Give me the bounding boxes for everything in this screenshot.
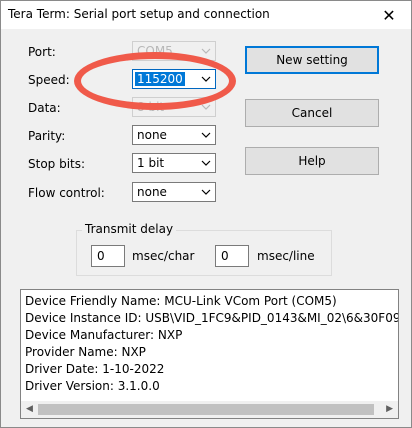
parity-value: none (137, 128, 167, 142)
device-info-box[interactable]: Device Friendly Name: MCU-Link VCom Port… (20, 289, 399, 419)
cancel-button[interactable]: Cancel (245, 99, 379, 127)
scrollbar-thumb[interactable] (38, 404, 374, 415)
horizontal-scrollbar[interactable]: ◀ ▶ (21, 401, 398, 418)
new-setting-button[interactable]: New setting (245, 46, 379, 74)
chevron-down-icon (201, 189, 211, 195)
scroll-right-icon[interactable]: ▶ (386, 404, 393, 414)
device-info-line: Device Instance ID: USB\VID_1FC9&PID_014… (25, 311, 399, 325)
msec-per-line-input[interactable]: 0 (215, 245, 249, 267)
device-info-line: Driver Version: 3.1.0.0 (25, 379, 160, 393)
scroll-left-icon[interactable]: ◀ (26, 404, 33, 414)
device-info-lines: Device Friendly Name: MCU-Link VCom Port… (25, 293, 399, 395)
chevron-down-icon (201, 160, 211, 166)
msec-per-line-value: 0 (221, 249, 229, 263)
speed-label: Speed: (28, 73, 70, 87)
window-title: Tera Term: Serial port setup and connect… (8, 7, 270, 21)
data-label: Data: (28, 101, 61, 115)
msec-per-char-input[interactable]: 0 (91, 245, 125, 267)
close-icon[interactable]: ✕ (367, 1, 411, 29)
port-label: Port: (28, 45, 56, 59)
flow-control-select[interactable]: none (132, 182, 216, 202)
stop-bits-select[interactable]: 1 bit (132, 153, 216, 173)
transmit-delay-title: Transmit delay (82, 222, 177, 236)
chevron-down-icon (201, 132, 211, 138)
msec-per-line-unit: msec/line (257, 249, 315, 263)
parity-select[interactable]: none (132, 125, 216, 145)
dialog-window: Tera Term: Serial port setup and connect… (0, 0, 412, 428)
device-info-line: Device Friendly Name: MCU-Link VCom Port… (25, 294, 337, 308)
flow-control-label: Flow control: (28, 186, 105, 200)
msec-per-char-value: 0 (97, 249, 105, 263)
help-button[interactable]: Help (245, 147, 379, 175)
title-bar: Tera Term: Serial port setup and connect… (1, 1, 411, 29)
highlight-annotation (74, 52, 236, 110)
device-info-line: Driver Date: 1-10-2022 (25, 362, 165, 376)
device-info-line: Provider Name: NXP (25, 345, 146, 359)
flow-control-value: none (137, 185, 167, 199)
msec-per-char-unit: msec/char (132, 249, 195, 263)
stop-bits-label: Stop bits: (28, 157, 86, 171)
device-info-line: Device Manufacturer: NXP (25, 328, 183, 342)
parity-label: Parity: (28, 129, 66, 143)
stop-bits-value: 1 bit (137, 156, 165, 170)
chevron-down-icon (201, 48, 211, 54)
